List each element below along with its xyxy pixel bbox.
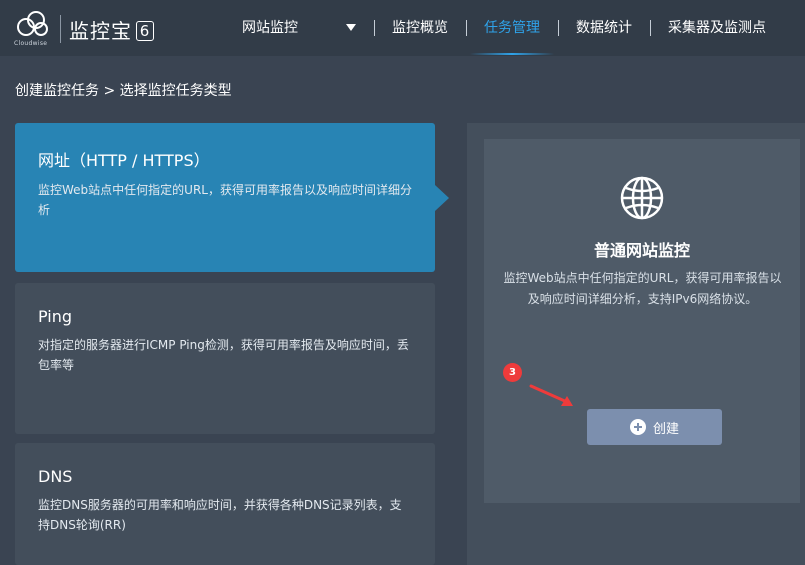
nav-collectors[interactable]: 采集器及监测点 (668, 17, 766, 37)
step-badge: 3 (503, 363, 522, 382)
type-card-ping[interactable]: Ping 对指定的服务器进行ICMP Ping检测，获得可用率报告及响应时间，丢… (15, 283, 435, 434)
type-card-http[interactable]: 网址（HTTP / HTTPS） 监控Web站点中任何指定的URL，获得可用率报… (15, 123, 435, 272)
type-card-title: DNS (38, 467, 73, 486)
panel-title: 普通网站监控 (593, 241, 690, 260)
panel-description: 监控Web站点中任何指定的URL，获得可用率报告以及响应时间详细分析，支持IPv… (503, 271, 782, 306)
type-card-title: 网址（HTTP / HTTPS） (38, 151, 210, 170)
breadcrumb: 创建监控任务 > 选择监控任务类型 (15, 83, 232, 99)
nav-separator (558, 20, 559, 36)
type-card-desc: 监控DNS服务器的可用率和响应时间，并获得各种DNS记录列表，支持DNS轮询(R… (38, 498, 402, 532)
globe-icon (620, 176, 664, 220)
type-card-desc: 监控Web站点中任何指定的URL，获得可用率报告以及响应时间详细分析 (38, 183, 412, 217)
selected-pointer (435, 185, 449, 211)
nav-overview[interactable]: 监控概览 (392, 17, 448, 37)
nav-statistics[interactable]: 数据统计 (576, 17, 632, 37)
plus-circle-icon (629, 419, 646, 435)
chevron-down-icon[interactable] (346, 24, 356, 31)
nav-website-monitor[interactable]: 网站监控 (242, 17, 298, 37)
type-card-title: Ping (38, 307, 73, 326)
create-button[interactable]: 创建 (587, 409, 722, 445)
active-nav-indicator (470, 53, 554, 55)
top-header: Cloudwise 监控宝 6 网站监控 监控概览 任务管理 数据统计 采集器及监… (0, 0, 805, 56)
type-card-dns[interactable]: DNS 监控DNS服务器的可用率和响应时间，并获得各种DNS记录列表，支持DNS… (15, 443, 435, 565)
nav-task-management[interactable]: 任务管理 (484, 17, 540, 37)
create-button-label: 创建 (652, 421, 679, 437)
nav-separator (650, 20, 651, 36)
type-card-desc: 对指定的服务器进行ICMP Ping检测，获得可用率报告及响应时间，丢包率等 (38, 338, 409, 372)
nav-separator (466, 20, 467, 36)
main-nav: 网站监控 监控概览 任务管理 数据统计 采集器及监测点 (0, 0, 805, 56)
nav-separator (374, 20, 375, 36)
red-arrow-icon (529, 384, 573, 406)
